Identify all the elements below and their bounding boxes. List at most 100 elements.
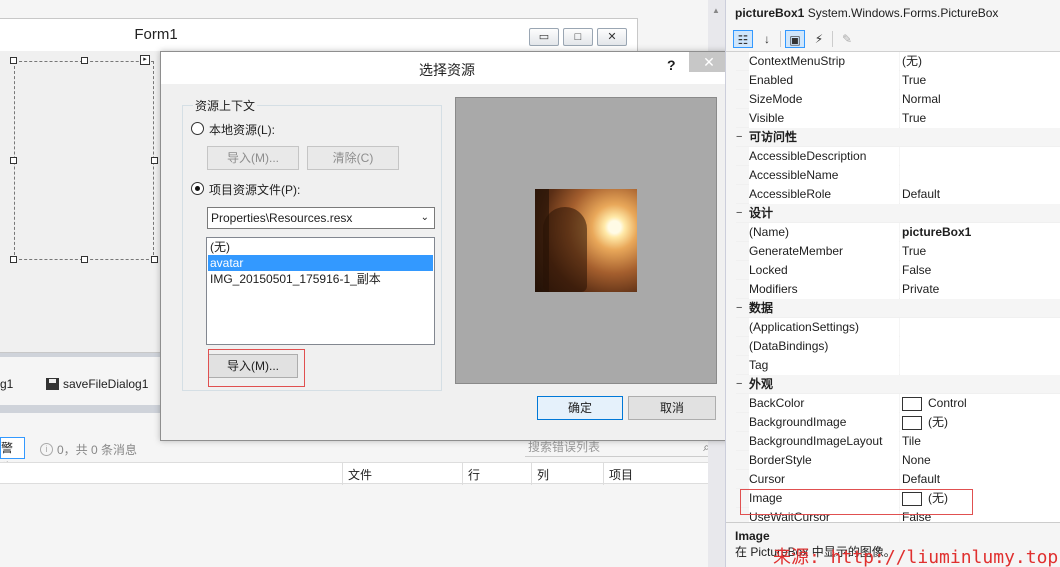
close-icon: ✕ (607, 31, 617, 43)
messages-count: 0，共 0 条消息 (57, 443, 138, 457)
prop-row-enabled[interactable]: Enabled True (736, 71, 1060, 90)
resize-handle-sw[interactable] (10, 256, 17, 263)
minimize-button[interactable]: ▭ (529, 28, 559, 46)
properties-object-selector[interactable]: pictureBox1 System.Windows.Forms.Picture… (726, 0, 1060, 27)
highlight-box (208, 349, 305, 387)
prop-row-name[interactable]: (Name) pictureBox1 (736, 223, 1060, 242)
properties-icon[interactable]: ▣ (785, 30, 805, 48)
form1-titlebar[interactable]: Form1 ▭ □ ✕ (0, 19, 637, 51)
list-item[interactable]: (无) (208, 239, 433, 255)
prop-row-applicationsettings[interactable]: (ApplicationSettings) (736, 318, 1060, 337)
column-separator (462, 463, 463, 485)
wrench-icon[interactable]: ✎ (837, 30, 857, 48)
prop-row-databindings[interactable]: (DataBindings) (736, 337, 1060, 356)
image-silhouette-shape (543, 207, 587, 292)
prop-row-backgroundimage[interactable]: BackgroundImage (无) (736, 413, 1060, 432)
prop-row-locked[interactable]: Locked False (736, 261, 1060, 280)
category-data[interactable]: − 数据 (736, 299, 1060, 318)
property-grid: ContextMenuStrip (无) Enabled True SizeMode… (736, 52, 1060, 522)
prop-row-tag[interactable]: Tag (736, 356, 1060, 375)
list-item[interactable]: IMG_20150501_175916-1_副本 (208, 271, 433, 287)
save-dialog-icon (46, 378, 59, 390)
selected-object-name: pictureBox1 (735, 6, 805, 20)
tray-item-label: saveFileDialog1 (63, 377, 149, 391)
toolbar-separator (832, 31, 833, 47)
ok-button[interactable]: 确定 (537, 396, 623, 420)
local-import-button[interactable]: 导入(M)... (207, 146, 299, 170)
project-resource-label[interactable]: 项目资源文件(P): (209, 181, 300, 198)
resource-context-label: 资源上下文 (193, 97, 258, 114)
prop-row-generatemember[interactable]: GenerateMember True (736, 242, 1060, 261)
prop-row-accessiblename[interactable]: AccessibleName (736, 166, 1060, 185)
prop-row-borderstyle[interactable]: BorderStyle None (736, 451, 1060, 470)
resource-file-value: Properties\Resources.resx (211, 211, 353, 225)
image-swatch-icon (902, 415, 922, 430)
tray-item-savefiledialog[interactable]: saveFileDialog1 (46, 377, 148, 391)
prop-row-contextmenustrip[interactable]: ContextMenuStrip (无) (736, 52, 1060, 71)
prop-row-cursor[interactable]: Cursor Default (736, 470, 1060, 489)
info-icon: i (40, 443, 53, 456)
resize-handle-se[interactable] (151, 256, 158, 263)
close-button[interactable]: ✕ (597, 28, 627, 46)
image-preview-pane (455, 97, 717, 384)
column-line[interactable]: 行 (468, 466, 480, 483)
local-resource-radio[interactable] (191, 122, 204, 135)
minimize-icon: ▭ (538, 31, 550, 43)
collapse-icon[interactable]: − (736, 128, 742, 147)
alphabetical-icon[interactable]: ↓ (757, 30, 777, 48)
category-design[interactable]: − 设计 (736, 204, 1060, 223)
collapse-icon[interactable]: − (736, 204, 742, 223)
prop-row-backgroundimagelayout[interactable]: BackgroundImageLayout Tile (736, 432, 1060, 451)
dialog-titlebar[interactable]: 选择资源 ? ✕ (161, 52, 729, 84)
prop-row-accessibledescription[interactable]: AccessibleDescription (736, 147, 1060, 166)
column-project[interactable]: 项目 (609, 466, 633, 483)
resize-handle-s[interactable] (81, 256, 88, 263)
chevron-down-icon: ⌄ (420, 212, 429, 223)
resize-handle-w[interactable] (10, 157, 17, 164)
scroll-up-icon[interactable]: ▲ (712, 6, 720, 15)
source-watermark: 来源: http://liuminlumy.top (773, 547, 1059, 567)
maximize-button[interactable]: □ (563, 28, 593, 46)
picturebox1-control[interactable] (14, 61, 154, 260)
cancel-button[interactable]: 取消 (628, 396, 716, 420)
local-clear-button[interactable]: 清除(C) (307, 146, 399, 170)
categorized-icon[interactable]: ☷ (733, 30, 753, 48)
preview-image (535, 189, 637, 292)
description-title: Image (735, 529, 770, 543)
prop-row-sizemode[interactable]: SizeMode Normal (736, 90, 1060, 109)
messages-filter-button[interactable]: i 0，共 0 条消息 (40, 441, 137, 458)
list-item-selected[interactable]: avatar (208, 255, 433, 271)
dialog-close-icon[interactable]: ✕ (689, 52, 729, 72)
category-appearance[interactable]: − 外观 (736, 375, 1060, 394)
collapse-icon[interactable]: − (736, 299, 742, 318)
error-search-placeholder: 搜索错误列表 (528, 440, 601, 454)
error-list-header: 文件 行 列 项目 (0, 462, 725, 485)
color-swatch-icon (902, 396, 922, 411)
prop-row-backcolor[interactable]: BackColor Control (736, 394, 1060, 413)
toolbar-separator (780, 31, 781, 47)
prop-row-accessiblerole[interactable]: AccessibleRole Default (736, 185, 1060, 204)
properties-panel: pictureBox1 System.Windows.Forms.Picture… (725, 0, 1060, 567)
prop-row-visible[interactable]: Visible True (736, 109, 1060, 128)
column-file[interactable]: 文件 (348, 466, 372, 483)
form1-title: Form1 (134, 26, 178, 43)
category-accessibility[interactable]: − 可访问性 (736, 128, 1060, 147)
resize-handle-nw[interactable] (10, 57, 17, 64)
warnings-filter-button[interactable]: 警告 (0, 437, 25, 475)
column-separator (342, 463, 343, 485)
resource-file-select[interactable]: Properties\Resources.resx ⌄ (207, 207, 435, 229)
collapse-icon[interactable]: − (736, 375, 742, 394)
tray-item-dialog[interactable]: g1 (0, 377, 13, 391)
resize-handle-n[interactable] (81, 57, 88, 64)
column-separator (603, 463, 604, 485)
prop-row-modifiers[interactable]: Modifiers Private (736, 280, 1060, 299)
local-resource-label[interactable]: 本地资源(L): (209, 121, 275, 138)
select-resource-dialog: 选择资源 ? ✕ 资源上下文 本地资源(L): 导入(M)... 清除(C) 项… (160, 51, 730, 441)
resize-handle-e[interactable] (151, 157, 158, 164)
column-col[interactable]: 列 (537, 466, 549, 483)
smart-tag-arrow-icon[interactable]: ▸ (140, 55, 150, 65)
resource-listbox[interactable]: (无) avatar IMG_20150501_175916-1_副本 (206, 237, 435, 345)
project-resource-radio[interactable] (191, 182, 204, 195)
lightning-icon[interactable]: ⚡ (809, 30, 829, 48)
help-icon[interactable]: ? (667, 57, 676, 73)
